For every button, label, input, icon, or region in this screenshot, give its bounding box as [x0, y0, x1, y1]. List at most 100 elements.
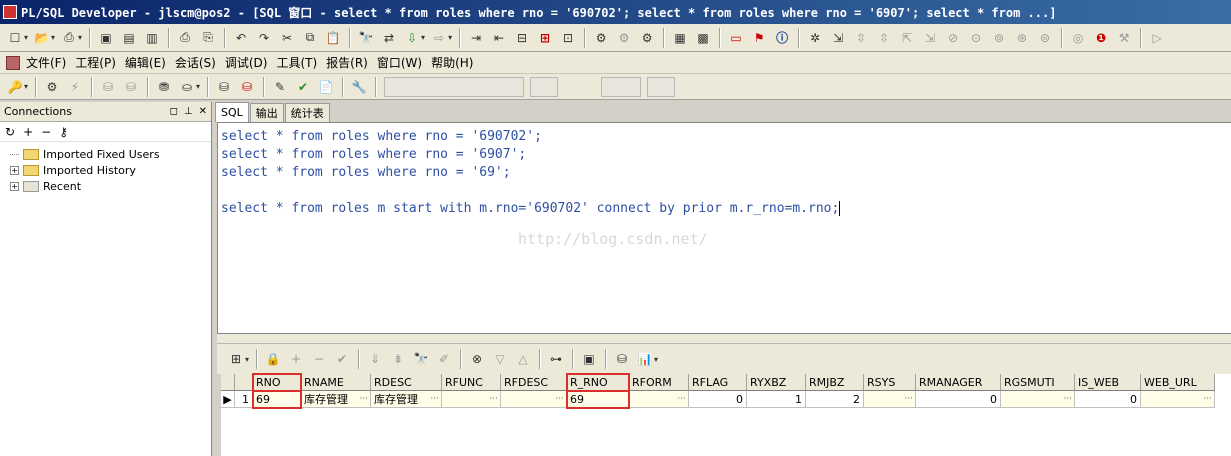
save-all-icon[interactable]: ▥: [141, 28, 163, 48]
explain-icon[interactable]: ⇨: [428, 28, 450, 48]
column-header-rflag[interactable]: RFLAG: [689, 374, 747, 391]
run-icon[interactable]: ▷: [1146, 28, 1168, 48]
cell-rname[interactable]: 库存管理 ···: [301, 391, 371, 408]
cell-rmjbz[interactable]: 2: [806, 391, 864, 408]
table-row[interactable]: ▶ 1 69 库存管理 ··· 库存管理 ··· ··· ··· 69 ··· 0 …: [221, 390, 1231, 409]
trace-icon[interactable]: ⊛: [1011, 28, 1033, 48]
sql-editor[interactable]: select * from roles where rno = '690702'…: [217, 122, 1231, 334]
wand-icon[interactable]: ⚡: [64, 77, 86, 97]
window-list-icon[interactable]: ▦: [669, 28, 691, 48]
undo-icon[interactable]: ↶: [230, 28, 252, 48]
lock-icon[interactable]: 🔒: [262, 349, 284, 369]
column-header-rmanager[interactable]: RMANAGER: [916, 374, 1001, 391]
save-icon[interactable]: ▣: [95, 28, 117, 48]
print-preview-icon[interactable]: ⎙: [58, 28, 80, 48]
window-menu-icon[interactable]: [6, 55, 20, 70]
stop-icon[interactable]: ▭: [725, 28, 747, 48]
tree-item-recent[interactable]: + Recent: [0, 178, 211, 194]
menu-debug[interactable]: 调试(D): [225, 54, 268, 71]
beautify-icon[interactable]: ✎: [269, 77, 291, 97]
clear-icon[interactable]: ✐: [433, 349, 455, 369]
run-to-icon[interactable]: ⇲: [919, 28, 941, 48]
column-header-r-rno[interactable]: R_RNO: [566, 373, 630, 392]
replace-icon[interactable]: ⇄: [378, 28, 400, 48]
db-down-icon[interactable]: ⛁: [120, 77, 142, 97]
print-icon[interactable]: ⎙: [174, 28, 196, 48]
column-header-ryxbz[interactable]: RYXBZ: [747, 374, 806, 391]
ellipsis-icon[interactable]: ···: [359, 394, 368, 404]
menu-window[interactable]: 窗口(W): [377, 54, 422, 71]
prev-page-icon[interactable]: △: [512, 349, 534, 369]
rollback-icon[interactable]: ⛁: [236, 77, 258, 97]
cell-rno[interactable]: 69: [252, 390, 302, 409]
toolbar-field-1[interactable]: [384, 76, 525, 97]
tree-item-imported-fixed-users[interactable]: Imported Fixed Users: [0, 146, 211, 162]
delete-record-icon[interactable]: −: [308, 349, 330, 369]
cell-rform[interactable]: ···: [629, 391, 689, 408]
column-header-rno[interactable]: RNO: [252, 373, 302, 392]
tab-sql[interactable]: SQL: [215, 102, 249, 122]
tab-output[interactable]: 输出: [249, 103, 284, 122]
fetch-next-icon[interactable]: ⇓: [364, 349, 386, 369]
cut-icon[interactable]: ✂: [276, 28, 298, 48]
call-stack-icon[interactable]: ⊜: [1034, 28, 1056, 48]
menu-project[interactable]: 工程(P): [75, 54, 116, 71]
toolbar-field-2[interactable]: [530, 76, 559, 97]
cell-rfdesc[interactable]: ···: [501, 391, 567, 408]
menu-file[interactable]: 文件(F): [26, 54, 66, 71]
commit-icon[interactable]: ⛁: [213, 77, 235, 97]
ellipsis-icon[interactable]: ···: [1063, 394, 1072, 404]
pin-icon[interactable]: ⊥: [184, 106, 193, 117]
column-header-rdesc[interactable]: RDESC: [371, 374, 442, 391]
execute-icon[interactable]: ⇩: [401, 28, 423, 48]
connect-icon[interactable]: ⚷: [59, 125, 68, 139]
find-icon[interactable]: 🔭: [410, 349, 432, 369]
step-icon[interactable]: ⇲: [827, 28, 849, 48]
restore-icon[interactable]: ◻: [170, 106, 178, 117]
new-icon[interactable]: ☐: [4, 28, 26, 48]
column-header-rfunc[interactable]: RFUNC: [442, 374, 501, 391]
open-icon[interactable]: 📂: [31, 28, 53, 48]
recompile-icon[interactable]: ⚙: [636, 28, 658, 48]
ellipsis-icon[interactable]: ···: [1203, 394, 1212, 404]
save-as-icon[interactable]: ▤: [118, 28, 140, 48]
watch-icon[interactable]: ⊚: [988, 28, 1010, 48]
bookmark-icon[interactable]: ⊞: [534, 28, 556, 48]
column-header-rsys[interactable]: RSYS: [864, 374, 916, 391]
refresh-icon[interactable]: ↻: [5, 125, 15, 139]
gear-icon[interactable]: ⚙: [41, 77, 63, 97]
sql-window-icon[interactable]: ⛀: [176, 77, 198, 97]
chart-icon[interactable]: 📊: [634, 349, 656, 369]
copy-icon[interactable]: ⧉: [299, 28, 321, 48]
cell-r-rno[interactable]: 69: [566, 390, 630, 409]
menu-tools[interactable]: 工具(T): [276, 54, 317, 71]
indent-icon[interactable]: ⇥: [465, 28, 487, 48]
column-header-rform[interactable]: RFORM: [629, 374, 689, 391]
record-icon[interactable]: ◎: [1067, 28, 1089, 48]
insert-record-icon[interactable]: +: [285, 349, 307, 369]
remove-icon[interactable]: −: [41, 125, 51, 139]
column-header-rgsmuti[interactable]: RGSMUTI: [1001, 374, 1075, 391]
explain-plan-icon[interactable]: ⊶: [545, 349, 567, 369]
step-into-icon[interactable]: ⇳: [850, 28, 872, 48]
save-results-icon[interactable]: ▣: [578, 349, 600, 369]
query-by-example-icon[interactable]: ⊗: [466, 349, 488, 369]
document-icon[interactable]: 📄: [315, 77, 337, 97]
db-up-icon[interactable]: ⛁: [97, 77, 119, 97]
cell-rgsmuti[interactable]: ···: [1001, 391, 1075, 408]
macro-icon[interactable]: ❶: [1090, 28, 1112, 48]
ellipsis-icon[interactable]: ···: [904, 394, 913, 404]
grid-view-icon[interactable]: ⊞: [225, 349, 247, 369]
ellipsis-icon[interactable]: ···: [677, 394, 686, 404]
expand-icon[interactable]: +: [10, 165, 19, 175]
menu-help[interactable]: 帮助(H): [431, 54, 473, 71]
fetch-last-icon[interactable]: ⇟: [387, 349, 409, 369]
page-setup-icon[interactable]: ⎘: [197, 28, 219, 48]
column-header-rfdesc[interactable]: RFDESC: [501, 374, 567, 391]
comment-icon[interactable]: ⊟: [511, 28, 533, 48]
breakpoint-icon[interactable]: ⊙: [965, 28, 987, 48]
close-icon[interactable]: ✕: [199, 106, 207, 117]
wrench-icon[interactable]: 🔧: [348, 77, 370, 97]
expand-icon[interactable]: +: [10, 181, 19, 191]
column-header-is-web[interactable]: IS_WEB: [1075, 374, 1141, 391]
